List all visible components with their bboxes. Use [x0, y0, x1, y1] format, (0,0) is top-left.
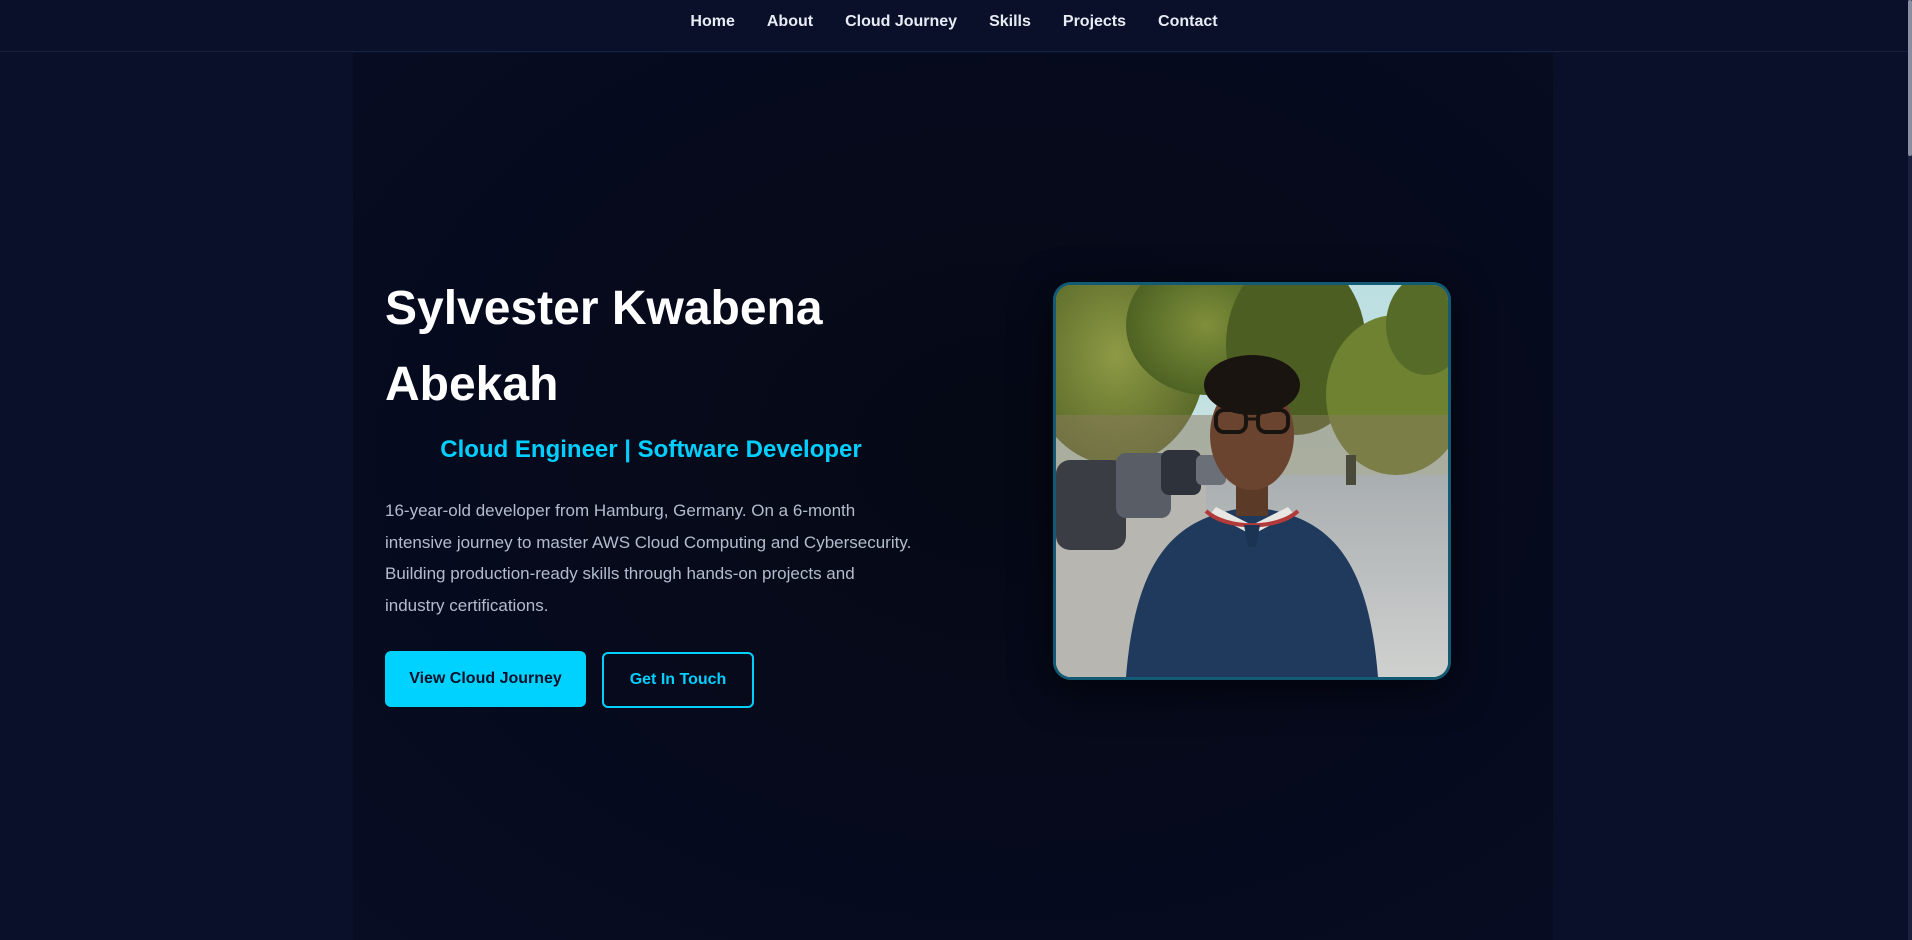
nav-link-about[interactable]: About [767, 13, 813, 31]
hero-name: Sylvester Kwabena Abekah [385, 282, 823, 411]
nav-link-cloud-journey[interactable]: Cloud Journey [845, 13, 957, 31]
hero-subtitle: Cloud Engineer | Software Developer [440, 436, 862, 463]
scrollbar-thumb[interactable] [1908, 0, 1912, 156]
hero-description: 16-year-old developer from Hamburg, Germ… [385, 501, 912, 615]
profile-photo [1053, 282, 1451, 680]
nav-link-skills[interactable]: Skills [989, 13, 1031, 31]
scrollbar[interactable] [1908, 0, 1912, 940]
hero-section: Sylvester Kwabena Abekah Cloud Engineer … [353, 53, 1553, 940]
profile-photo-illustration [1056, 285, 1448, 677]
nav-link-projects[interactable]: Projects [1063, 13, 1126, 31]
view-cloud-journey-button[interactable]: View Cloud Journey [385, 651, 586, 707]
nav-link-home[interactable]: Home [690, 13, 734, 31]
nav-link-contact[interactable]: Contact [1158, 13, 1218, 31]
top-navbar: Home About Cloud Journey Skills Projects… [0, 0, 1908, 52]
get-in-touch-button[interactable]: Get In Touch [602, 652, 754, 708]
nav-links: Home About Cloud Journey Skills Projects… [690, 13, 1217, 31]
